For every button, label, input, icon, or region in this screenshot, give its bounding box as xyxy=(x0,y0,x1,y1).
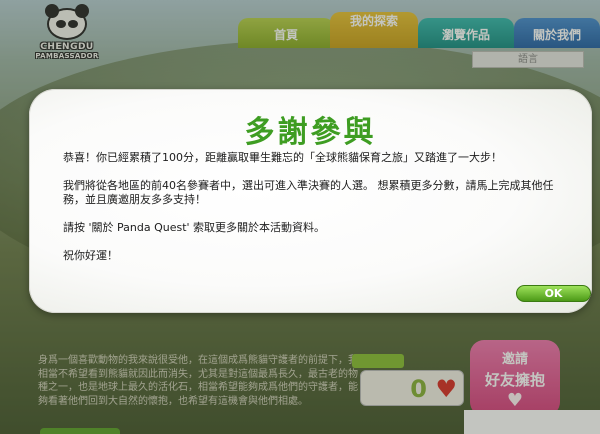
dialog-title: 多謝參與 xyxy=(244,115,377,150)
thank-you-dialog: 多謝參與 恭喜！你已經累積了100分，距離贏取畢生難忘的「全球熊貓保育之旅」又踏… xyxy=(29,89,592,313)
dialog-paragraph-good-luck: 祝你好運！ xyxy=(63,249,118,262)
ok-button[interactable]: OK xyxy=(516,285,591,302)
dialog-body: 恭喜！你已經累積了100分，距離贏取畢生難忘的「全球熊貓保育之旅」又踏進了一大步… xyxy=(63,151,565,277)
dialog-paragraph-congrats: 恭喜！你已經累積了100分，距離贏取畢生難忘的「全球熊貓保育之旅」又踏進了一大步… xyxy=(63,151,502,164)
dialog-paragraph-info: 請按 '關於 Panda Quest' 索取更多關於本活動資料。 xyxy=(63,221,326,234)
dialog-paragraph-selection: 我們將從各地區的前40名參賽者中，選出可進入準決賽的人選。 想累積更多分數，請馬… xyxy=(63,179,554,206)
